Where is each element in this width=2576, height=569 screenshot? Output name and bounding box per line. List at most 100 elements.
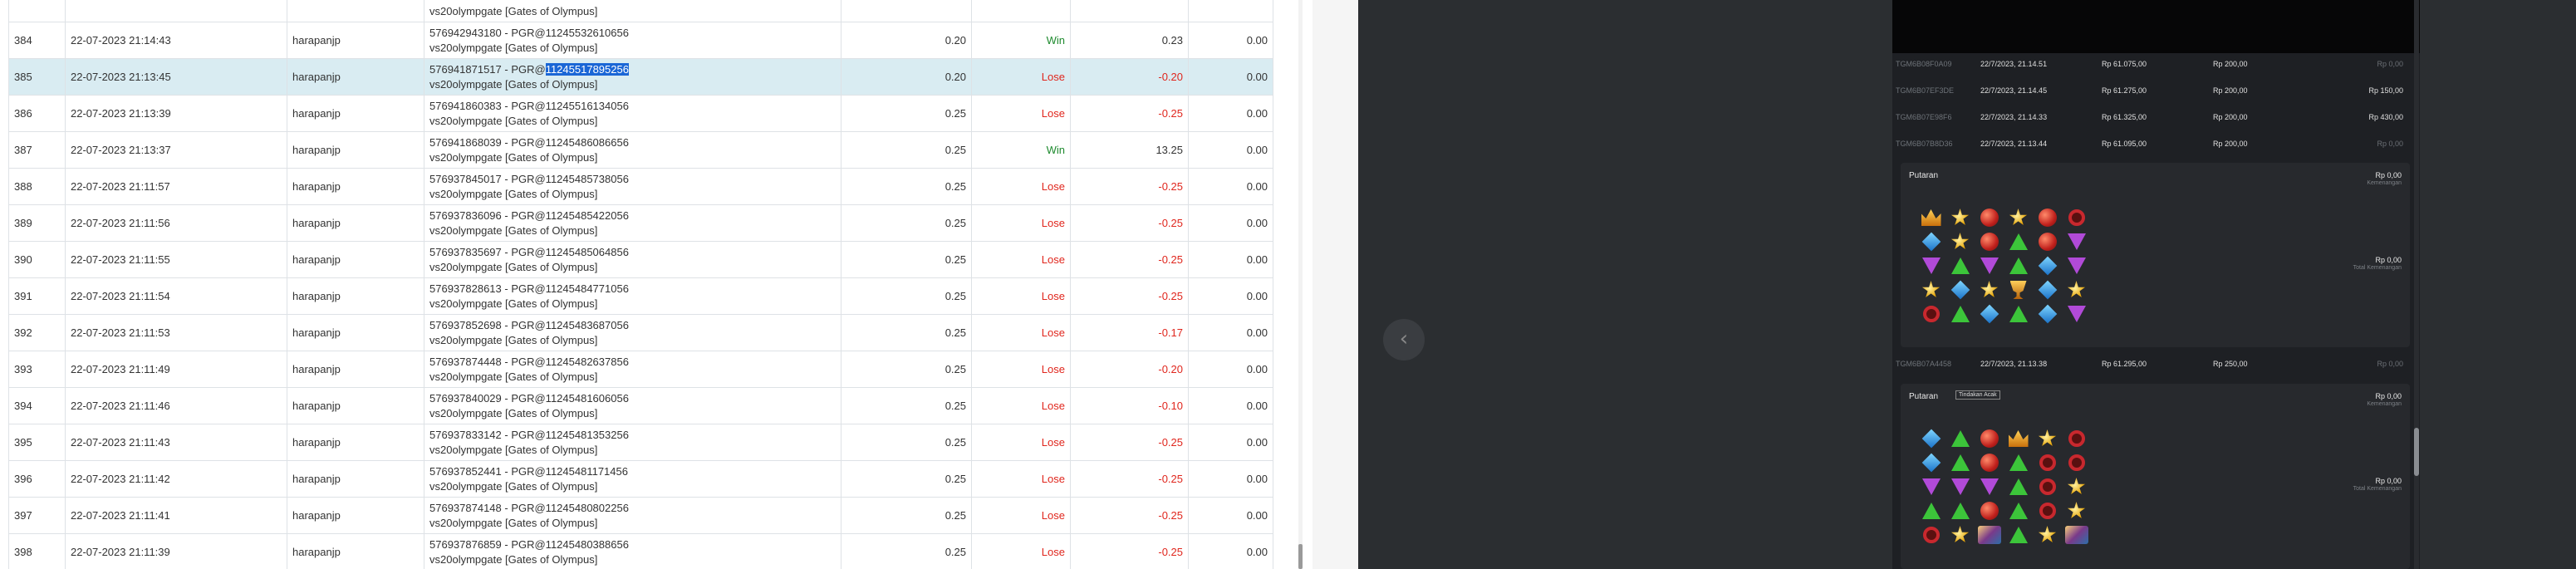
- browser-extensions-sidebar: ◆ ■ ● ◉ ▣ ▼ +: [1313, 0, 1358, 569]
- table-row-partial[interactable]: vs20olympgate [Gates of Olympus]: [8, 0, 1273, 22]
- green-gem-icon: [1950, 503, 1970, 519]
- history-row[interactable]: TGM6B08F0A09 22/7/2023, 21.14.51 Rp 61.075…: [1892, 52, 2420, 77]
- cell-balance: 0.00: [1188, 277, 1273, 315]
- reel-cell: [2063, 475, 2090, 498]
- history-row[interactable]: TGM6B07B8D36 22/7/2023, 21.13.44 Rp 61.095…: [1892, 132, 2420, 157]
- scrollbar-thumb[interactable]: [1298, 544, 1303, 569]
- cell-balance: 0.00: [1188, 58, 1273, 96]
- desc-line2: vs20olympgate [Gates of Olympus]: [429, 77, 598, 91]
- cell-result: Win: [971, 22, 1071, 59]
- table-row[interactable]: 388 22-07-2023 21:11:57 harapanjp 576937845…: [8, 168, 1273, 205]
- round-win: Rp 0,00: [2377, 60, 2403, 68]
- cell-result: [971, 0, 1071, 22]
- cup-gem-icon: [2009, 281, 2027, 299]
- ring-gem-icon: [2039, 478, 2056, 495]
- purple-gem-icon: [1921, 478, 1941, 495]
- reel-cell: [2063, 302, 2090, 326]
- reel-cell: [1975, 206, 2003, 229]
- cell-no: 393: [8, 351, 66, 388]
- reel-cell: [2004, 302, 2032, 326]
- desc-line1: 576937840029 - PGR@11245481606056: [429, 391, 629, 405]
- cell-bet: 0.25: [841, 460, 972, 498]
- cell-description: 576937852441 - PGR@11245481171456 vs20oly…: [424, 460, 841, 498]
- table-row[interactable]: 387 22-07-2023 21:13:37 harapanjp 576941868…: [8, 131, 1273, 169]
- round-card-2: Putaran Tindakan Acak Rp 0,00 Kemenangan…: [1901, 384, 2410, 569]
- cell-result: Lose: [971, 204, 1071, 242]
- cell-date: 22-07-2023 21:11:41: [65, 497, 287, 534]
- cell-winloss: -0.25: [1070, 204, 1189, 242]
- panel-scrollbar[interactable]: [2414, 0, 2419, 569]
- cell-date: 22-07-2023 21:11:53: [65, 314, 287, 351]
- round-date: 22/7/2023, 21.14.51: [1980, 60, 2048, 68]
- cell-user: harapanjp: [287, 22, 424, 59]
- reel-grid: [1917, 427, 2092, 547]
- table-row[interactable]: 391 22-07-2023 21:11:54 harapanjp 576937828…: [8, 277, 1273, 315]
- red-gem-icon: [1980, 429, 1999, 448]
- table-row[interactable]: 393 22-07-2023 21:11:49 harapanjp 576937874…: [8, 351, 1273, 388]
- history-row[interactable]: TGM6B07A4458 22/7/2023, 21.13.38 Rp 61.295…: [1892, 352, 2420, 377]
- cell-description: 576937876859 - PGR@11245480388656 vs20oly…: [424, 533, 841, 569]
- table-row[interactable]: 392 22-07-2023 21:11:53 harapanjp 576937852…: [8, 314, 1273, 351]
- reel-cell: [1917, 427, 1945, 450]
- green-gem-icon: [2009, 454, 2028, 471]
- cell-no: 388: [8, 168, 66, 205]
- desc-line1: 576941860383 - PGR@11245516134056: [429, 99, 629, 112]
- back-arrow-button[interactable]: ‹: [1383, 319, 1425, 361]
- round-balance: Rp 61.075,00: [2102, 60, 2147, 68]
- history-row[interactable]: TGM6B07E98F6 22/7/2023, 21.14.33 Rp 61.325…: [1892, 105, 2420, 130]
- cell-result: Lose: [971, 168, 1071, 205]
- table-row[interactable]: 386 22-07-2023 21:13:39 harapanjp 576941860…: [8, 95, 1273, 132]
- table-row[interactable]: 384 22-07-2023 21:14:43 harapanjp 576942943…: [8, 22, 1273, 59]
- ring-gem-icon: [1922, 306, 1940, 322]
- reel-cell: [2004, 499, 2032, 522]
- table-row[interactable]: 398 22-07-2023 21:11:39 harapanjp 576937876…: [8, 533, 1273, 569]
- desc-line1: 576937852698 - PGR@11245483687056: [429, 318, 629, 331]
- yellow-gem-icon: [1950, 526, 1970, 543]
- cell-winloss: -0.20: [1070, 58, 1189, 96]
- panel-scrollbar-thumb[interactable]: [2414, 428, 2419, 476]
- table-row[interactable]: 396 22-07-2023 21:11:42 harapanjp 576937852…: [8, 460, 1273, 498]
- table-row[interactable]: 385 22-07-2023 21:13:45 harapanjp 576941871…: [8, 58, 1273, 96]
- desc-line2: vs20olympgate [Gates of Olympus]: [429, 443, 598, 456]
- desc-line2: vs20olympgate [Gates of Olympus]: [429, 333, 598, 346]
- cell-balance: 0.00: [1188, 131, 1273, 169]
- cell-date: 22-07-2023 21:11:46: [65, 387, 287, 424]
- cell-date: [65, 0, 287, 22]
- cell-balance: 0.00: [1188, 533, 1273, 569]
- desc-line1: 576937874448 - PGR@11245482637856: [429, 355, 629, 368]
- table-row[interactable]: 395 22-07-2023 21:11:43 harapanjp 576937833…: [8, 424, 1273, 461]
- round-total-label: Total Kemenangan: [2353, 486, 2402, 492]
- blue-gem-icon: [1980, 304, 1999, 324]
- desc-line2: vs20olympgate [Gates of Olympus]: [429, 370, 598, 383]
- reel-cell: [1946, 206, 1974, 229]
- round-balance: Rp 61.325,00: [2102, 113, 2147, 121]
- reel-cell: [1946, 475, 1974, 498]
- history-row[interactable]: TGM6B07EF3DE 22/7/2023, 21.14.45 Rp 61.275…: [1892, 79, 2420, 104]
- red-gem-icon: [1980, 208, 1999, 227]
- reel-cell: [2034, 206, 2061, 229]
- reel-cell: [2034, 523, 2061, 547]
- panel-header-area: [1892, 0, 2420, 53]
- cell-date: 22-07-2023 21:11:42: [65, 460, 287, 498]
- cell-bet: 0.25: [841, 95, 972, 132]
- table-row[interactable]: 397 22-07-2023 21:11:41 harapanjp 576937874…: [8, 497, 1273, 534]
- reel-cell: [1917, 499, 1945, 522]
- round-amount-label: Kemenangan: [2367, 180, 2402, 186]
- cell-result: Lose: [971, 533, 1071, 569]
- table-row[interactable]: 389 22-07-2023 21:11:56 harapanjp 576937836…: [8, 204, 1273, 242]
- cell-result: Lose: [971, 277, 1071, 315]
- reel-cell: [1975, 499, 2003, 522]
- table-row[interactable]: 394 22-07-2023 21:11:46 harapanjp 576937840…: [8, 387, 1273, 424]
- table-row[interactable]: 390 22-07-2023 21:11:55 harapanjp 576937835…: [8, 241, 1273, 278]
- red-gem-icon: [2038, 233, 2057, 251]
- cell-winloss: -0.20: [1070, 351, 1189, 388]
- cell-balance: 0.00: [1188, 204, 1273, 242]
- reel-cell: [2034, 302, 2061, 326]
- cell-user: harapanjp: [287, 95, 424, 132]
- table-scrollbar[interactable]: [1298, 0, 1303, 569]
- cell-winloss: -0.25: [1070, 460, 1189, 498]
- cell-date: 22-07-2023 21:13:37: [65, 131, 287, 169]
- yellow-gem-icon: [2067, 502, 2086, 519]
- cell-balance: 0.00: [1188, 314, 1273, 351]
- cell-no: 387: [8, 131, 66, 169]
